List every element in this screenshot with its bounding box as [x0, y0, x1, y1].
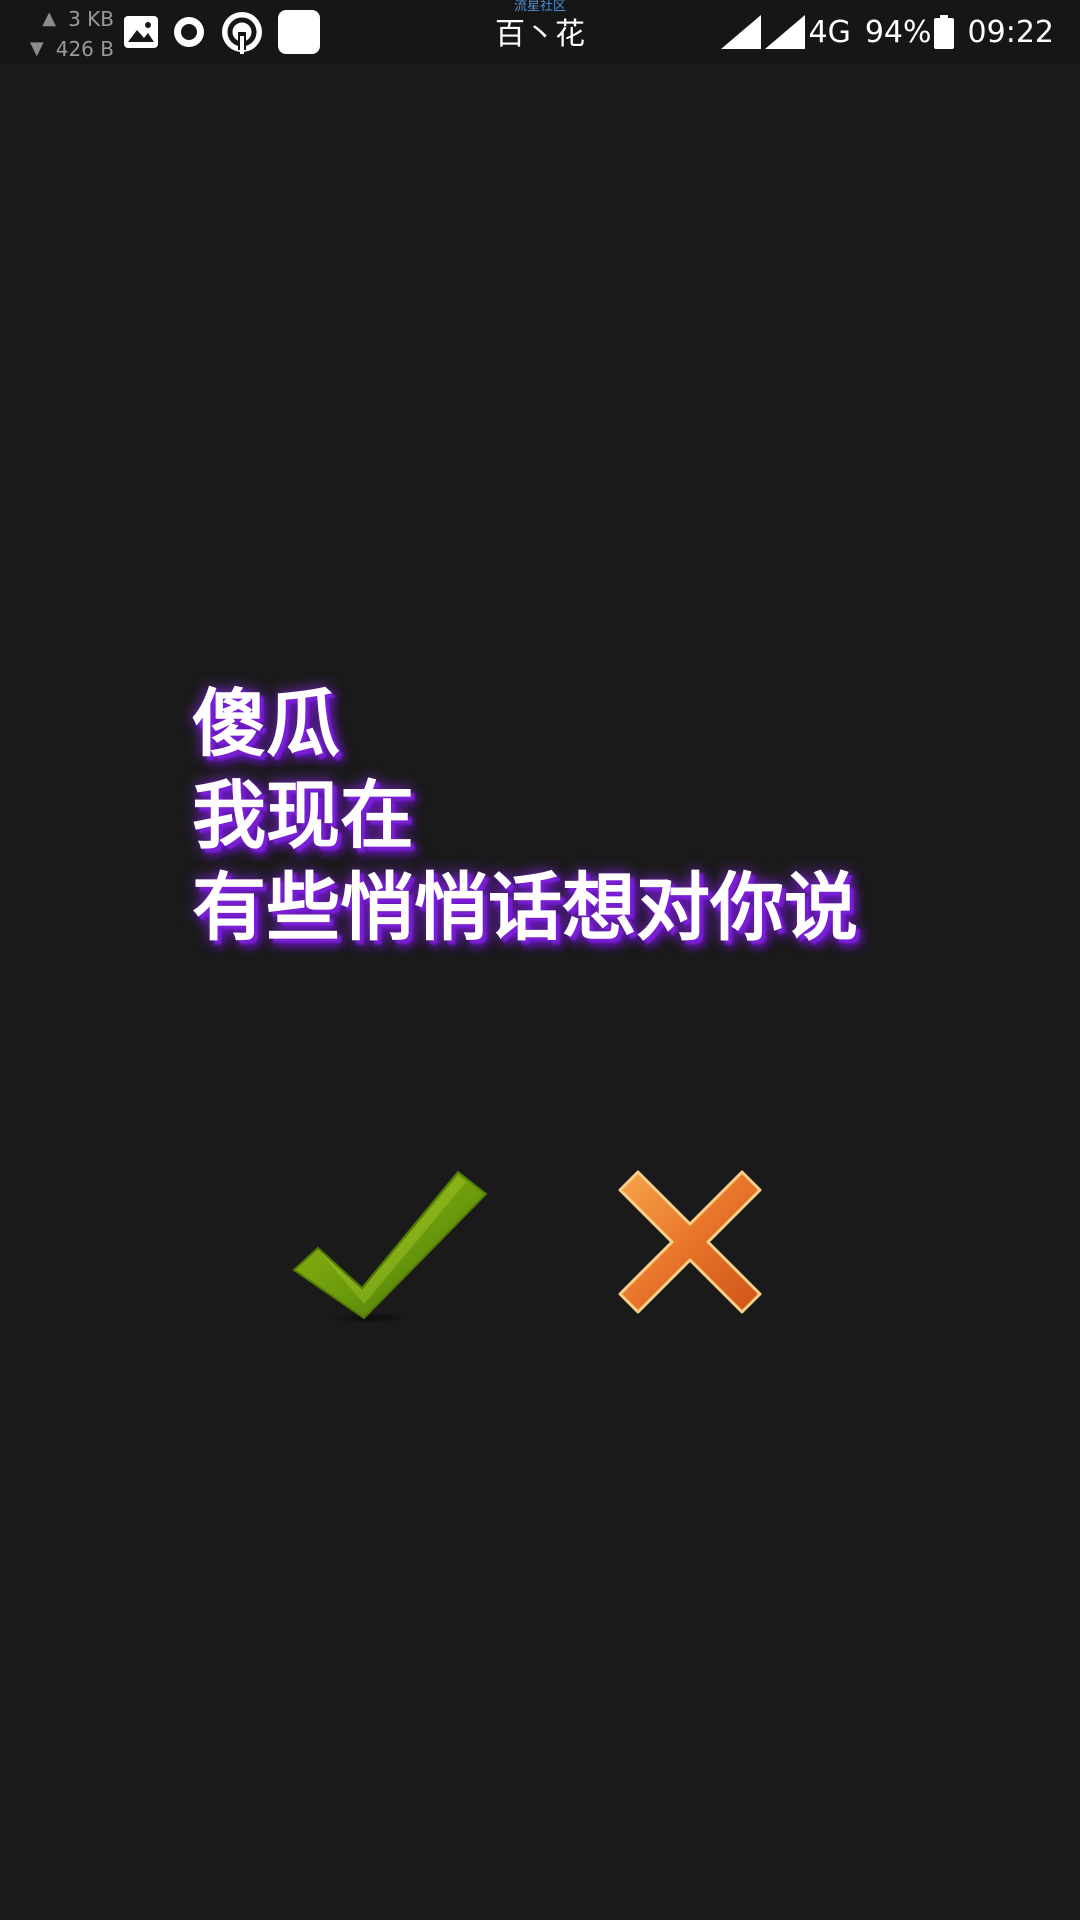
circle-app-icon [174, 17, 204, 47]
message-line-3: 有些悄悄话想对你说 [192, 865, 858, 951]
checkmark-icon [292, 1170, 488, 1324]
accept-button[interactable] [290, 1168, 490, 1328]
clock: 09:22 [967, 14, 1054, 50]
image-icon [124, 16, 158, 48]
upload-speed: 3 KB [68, 7, 114, 31]
message-line-1: 傻瓜 [192, 681, 340, 767]
app-icon [278, 10, 320, 54]
battery-percent: 94% [864, 14, 932, 50]
reject-button[interactable] [616, 1168, 764, 1316]
signal-sim1-icon [720, 15, 761, 49]
notification-icons [124, 10, 334, 54]
screen: ▲ 3 KB ▼ 426 B 流星社区 百丶花 4G 94% 09:22 傻瓜 … [0, 0, 1080, 1920]
carrier-sub-label: 流星社区 [513, 0, 566, 14]
status-bar: ▲ 3 KB ▼ 426 B 流星社区 百丶花 4G 94% 09:22 [0, 0, 1080, 64]
battery-icon [933, 15, 954, 49]
download-speed: 426 B [55, 37, 114, 61]
sync-app-icon [222, 12, 262, 54]
network-speed: ▲ 3 KB ▼ 426 B [22, 4, 114, 64]
network-type: 4G [808, 14, 851, 50]
message-line-2: 我现在 [192, 773, 414, 859]
status-indicators: 4G 94% 09:22 [720, 10, 1054, 54]
cross-icon [618, 1170, 762, 1314]
signal-sim2-icon [764, 15, 805, 49]
upload-arrow-icon: ▲ [42, 8, 57, 29]
message-text: 傻瓜 我现在 有些悄悄话想对你说 [192, 678, 952, 954]
carrier: 流星社区 百丶花 [440, 0, 640, 64]
carrier-name: 百丶花 [495, 17, 585, 52]
download-arrow-icon: ▼ [29, 38, 44, 59]
